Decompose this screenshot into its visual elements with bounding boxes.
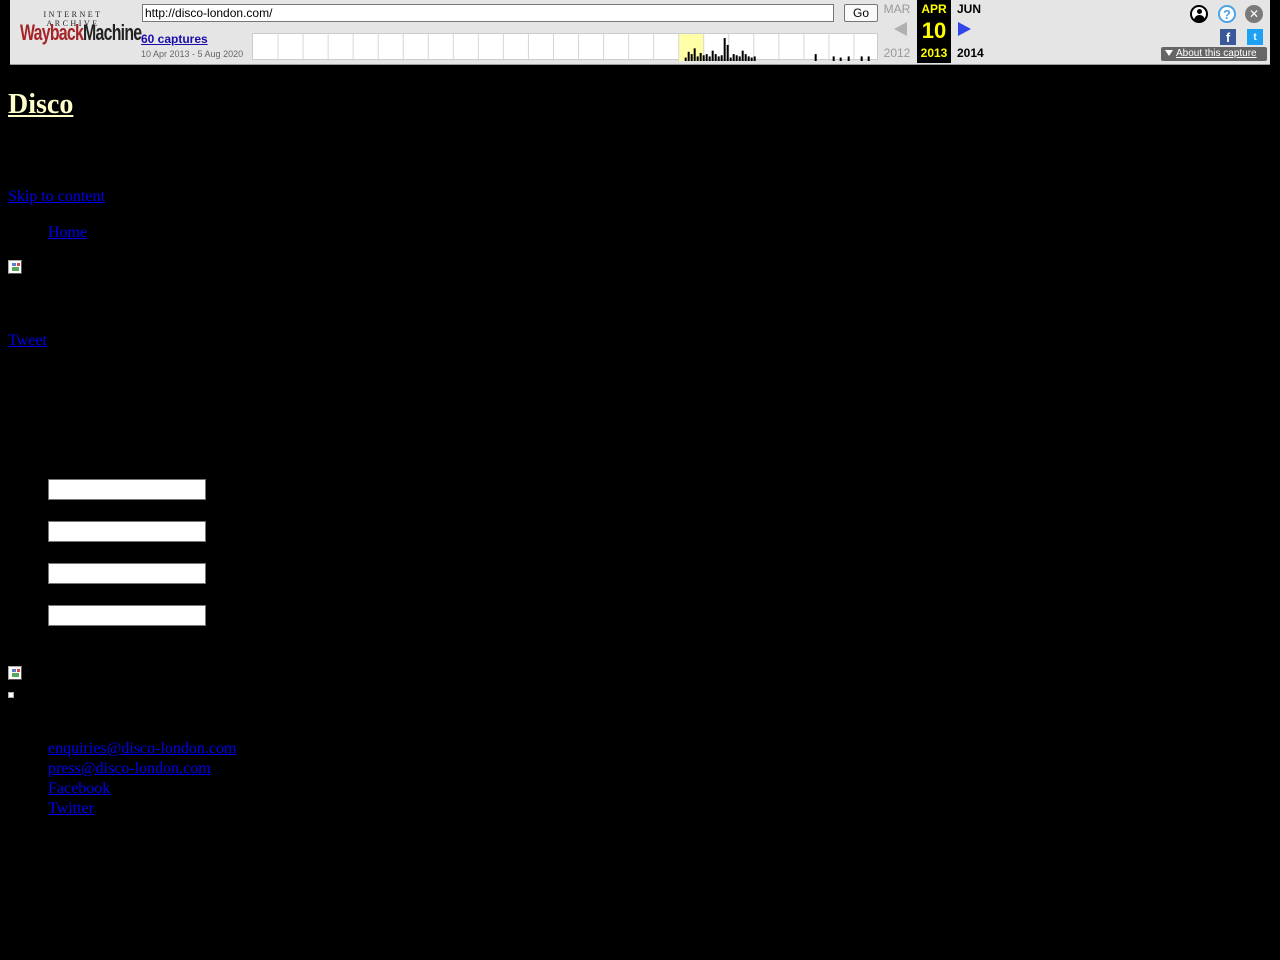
enquiries-email-link[interactable]: enquiries@disco-london.com	[48, 740, 236, 757]
wayback-machine-logo[interactable]: INTERNET ARCHIVE WaybackMachine	[18, 8, 142, 50]
facebook-link[interactable]: Facebook	[48, 780, 110, 797]
broken-image-icon	[8, 666, 24, 682]
user-icon-head	[1197, 9, 1202, 14]
logo-wayback-word: Wayback	[20, 20, 84, 45]
capture-bar	[726, 44, 729, 61]
capture-bar	[693, 48, 696, 61]
capture-bar	[753, 56, 756, 61]
capture-bar	[684, 57, 687, 61]
footer-item: enquiries@disco-london.com	[48, 740, 236, 760]
next-year-label[interactable]: 2014	[957, 46, 984, 60]
capture-bar	[735, 55, 738, 61]
site-title: Disco	[8, 88, 73, 122]
current-capture-date: APR 10 2013	[917, 0, 951, 63]
small-broken-image-icon	[8, 692, 14, 698]
capture-sparkline[interactable]	[252, 33, 878, 61]
triangle-down-icon	[1165, 49, 1173, 56]
wayback-toolbar-panel: INTERNET ARCHIVE WaybackMachine Go 60 ca…	[10, 0, 1270, 65]
form-field-4[interactable]	[48, 605, 206, 626]
capture-bar	[714, 54, 717, 61]
close-icon[interactable]: ✕	[1245, 5, 1263, 23]
previous-month-label[interactable]: MAR	[878, 2, 916, 16]
capture-bar	[738, 56, 741, 61]
broken-image-icon	[8, 260, 24, 276]
capture-bar	[814, 54, 817, 61]
capture-bar	[690, 54, 693, 61]
nav-home-link[interactable]: Home	[48, 224, 87, 242]
form-field-3[interactable]	[48, 563, 206, 584]
go-button[interactable]: Go	[844, 4, 878, 22]
capture-bar	[847, 56, 850, 61]
capture-bar	[750, 57, 753, 61]
captures-link[interactable]: 60 captures	[141, 32, 208, 46]
arrow-right-icon[interactable]	[958, 22, 971, 36]
logo-wayback-machine-text: WaybackMachine	[20, 20, 142, 46]
next-month-label[interactable]: JUN	[957, 2, 981, 16]
capture-bar	[832, 56, 835, 61]
broken-image-sun	[17, 669, 20, 672]
footer-item: Facebook	[48, 780, 236, 800]
previous-year-label[interactable]: 2012	[878, 46, 916, 60]
form-field-2[interactable]	[48, 521, 206, 542]
press-email-link[interactable]: press@disco-london.com	[48, 760, 211, 777]
arrow-left-icon[interactable]	[894, 22, 907, 36]
current-month: APR	[921, 2, 947, 16]
url-input[interactable]	[142, 4, 834, 22]
user-icon[interactable]	[1190, 5, 1208, 23]
help-icon[interactable]: ?	[1218, 5, 1236, 23]
capture-bar	[711, 50, 714, 61]
twitter-link[interactable]: Twitter	[48, 800, 94, 817]
broken-image-hill	[12, 673, 19, 677]
form-field-1[interactable]	[48, 479, 206, 500]
capture-bar	[729, 57, 732, 61]
capture-bar	[741, 50, 744, 61]
skip-to-content-link[interactable]: Skip to content	[8, 188, 105, 206]
capture-bar	[687, 51, 690, 61]
capture-bar	[720, 55, 723, 61]
current-day: 10	[921, 18, 947, 43]
capture-bar	[839, 57, 842, 61]
capture-bar	[744, 54, 747, 61]
sparkline-graph	[277, 34, 870, 61]
logo-machine-word: Machine	[83, 20, 142, 45]
capture-bar	[699, 52, 702, 61]
facebook-icon[interactable]: f	[1220, 29, 1236, 45]
footer-links: enquiries@disco-london.com press@disco-l…	[48, 740, 236, 820]
broken-image-frame	[8, 260, 22, 274]
current-year: 2013	[920, 46, 948, 60]
footer-item: press@disco-london.com	[48, 760, 236, 780]
broken-image-sky	[12, 669, 16, 672]
capture-bar	[860, 56, 863, 61]
capture-bar	[696, 56, 699, 61]
capture-bar	[702, 55, 705, 61]
capture-bar	[747, 56, 750, 61]
broken-image-frame	[8, 666, 22, 680]
capture-bar	[723, 38, 726, 61]
about-this-capture-label: About this capture	[1176, 48, 1257, 59]
user-icon-body	[1194, 15, 1205, 21]
wayback-toolbar: INTERNET ARCHIVE WaybackMachine Go 60 ca…	[0, 0, 1280, 68]
broken-image-sun	[17, 263, 20, 266]
capture-bar	[708, 56, 711, 61]
site-title-link[interactable]: Disco	[8, 89, 73, 120]
capture-bar	[705, 54, 708, 61]
about-this-capture-button[interactable]: About this capture	[1161, 47, 1267, 61]
broken-image-hill	[12, 267, 19, 271]
twitter-icon[interactable]: t	[1247, 29, 1263, 45]
footer-item: Twitter	[48, 800, 236, 820]
tweet-link[interactable]: Tweet	[8, 332, 47, 350]
capture-bar	[867, 56, 870, 61]
broken-image-sky	[12, 263, 16, 266]
capture-bar	[717, 56, 720, 61]
capture-date-range: 10 Apr 2013 - 5 Aug 2020	[141, 49, 244, 59]
capture-bar	[732, 54, 735, 61]
